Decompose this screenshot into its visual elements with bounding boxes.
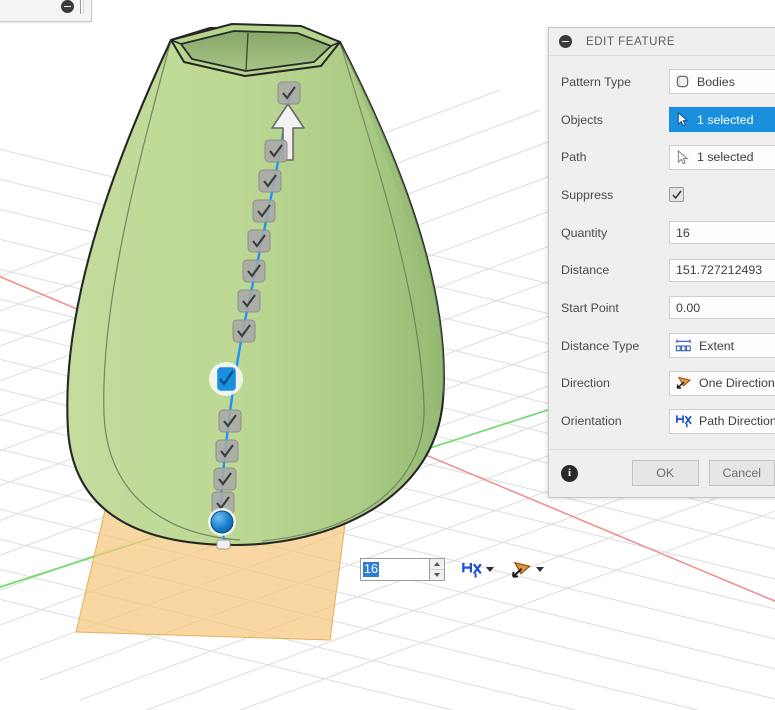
edit-feature-dialog[interactable]: EDIT FEATURE Pattern Type Bodies Objects bbox=[548, 27, 775, 498]
toolbar-direction-button[interactable] bbox=[510, 560, 544, 580]
label-distance-type: Distance Type bbox=[561, 338, 640, 353]
path-value: 1 selected bbox=[697, 150, 754, 165]
one-direction-icon bbox=[676, 376, 692, 390]
pattern-marker bbox=[242, 259, 266, 283]
path-select-button[interactable]: 1 selected bbox=[669, 144, 775, 170]
pattern-marker bbox=[237, 289, 261, 313]
ok-button[interactable]: OK bbox=[632, 460, 699, 487]
label-direction: Direction bbox=[561, 376, 610, 391]
label-start-point: Start Point bbox=[561, 300, 619, 315]
row-objects: Objects 1 selected bbox=[549, 101, 775, 139]
dialog-body: Pattern Type Bodies Objects 1 selected P… bbox=[549, 56, 775, 449]
cancel-button[interactable]: Cancel bbox=[708, 460, 775, 487]
dialog-footer: i OK Cancel bbox=[549, 448, 775, 497]
drag-handle-icon[interactable] bbox=[80, 0, 84, 14]
stepper-up-button[interactable] bbox=[430, 559, 444, 570]
label-objects: Objects bbox=[561, 112, 604, 127]
row-pattern-type: Pattern Type Bodies bbox=[549, 63, 775, 101]
pattern-marker-selected[interactable] bbox=[209, 362, 243, 396]
direction-dropdown[interactable]: One Direction bbox=[669, 370, 775, 396]
pattern-marker bbox=[215, 439, 239, 463]
checkbox-checked-icon bbox=[671, 190, 682, 200]
floating-value-toolbar[interactable]: 16 bbox=[360, 556, 544, 583]
quantity-stepper-value: 16 bbox=[363, 562, 380, 577]
row-orientation: Orientation Path Direction bbox=[549, 402, 775, 440]
body-icon bbox=[676, 76, 689, 88]
pattern-marker bbox=[232, 319, 256, 343]
label-distance: Distance bbox=[561, 263, 610, 278]
suppress-checkbox[interactable] bbox=[669, 187, 684, 203]
distance-type-dropdown[interactable]: Extent bbox=[669, 333, 775, 359]
direction-value: One Direction bbox=[699, 376, 775, 391]
pattern-type-dropdown[interactable]: Bodies bbox=[669, 69, 775, 95]
pattern-marker bbox=[218, 409, 242, 433]
row-suppress: Suppress bbox=[549, 176, 775, 214]
distance-input[interactable]: 151.727212493 bbox=[669, 258, 775, 282]
hexagonal-vase-body[interactable] bbox=[66, 23, 445, 547]
info-icon[interactable]: i bbox=[561, 464, 578, 482]
stepper-down-button[interactable] bbox=[430, 570, 444, 580]
pattern-marker bbox=[247, 229, 271, 253]
chevron-down-icon[interactable] bbox=[486, 567, 494, 572]
chevron-down-icon[interactable] bbox=[536, 567, 544, 572]
dialog-title-label: EDIT FEATURE bbox=[586, 35, 676, 48]
quantity-stepper-buttons[interactable] bbox=[430, 558, 445, 581]
row-distance-type: Distance Type Extent bbox=[549, 327, 775, 365]
start-point-input[interactable]: 0.00 bbox=[669, 296, 775, 320]
pattern-marker bbox=[264, 139, 288, 163]
one-direction-icon bbox=[512, 561, 531, 578]
row-quantity: Quantity 16 bbox=[549, 214, 775, 252]
pattern-marker bbox=[252, 199, 276, 223]
minus-circle-icon[interactable] bbox=[559, 35, 572, 48]
toolbar-orientation-button[interactable] bbox=[461, 560, 494, 580]
orientation-value: Path Direction bbox=[699, 414, 775, 429]
row-distance: Distance 151.727212493 bbox=[549, 251, 775, 289]
minus-circle-icon[interactable] bbox=[61, 0, 74, 13]
extent-icon bbox=[675, 339, 691, 351]
label-pattern-type: Pattern Type bbox=[561, 74, 632, 89]
cursor-arrow-icon bbox=[677, 112, 689, 127]
path-direction-icon bbox=[462, 562, 482, 578]
label-suppress: Suppress bbox=[561, 187, 614, 202]
pattern-marker bbox=[213, 467, 237, 491]
row-direction: Direction One Direction bbox=[549, 365, 775, 403]
label-quantity: Quantity bbox=[561, 225, 608, 240]
row-start-point: Start Point 0.00 bbox=[549, 289, 775, 327]
viewport-mini-panel[interactable] bbox=[0, 0, 92, 22]
pattern-marker bbox=[277, 81, 301, 105]
quantity-stepper-input[interactable]: 16 bbox=[360, 558, 430, 581]
row-path: Path 1 selected bbox=[549, 138, 775, 176]
triangle-up-icon bbox=[434, 562, 440, 566]
cursor-arrow-icon bbox=[677, 149, 689, 165]
dialog-title-bar[interactable]: EDIT FEATURE bbox=[549, 28, 775, 56]
objects-select-button[interactable]: 1 selected bbox=[669, 107, 775, 133]
triangle-down-icon bbox=[434, 573, 440, 577]
distance-type-value: Extent bbox=[699, 338, 735, 353]
pattern-type-value: Bodies bbox=[697, 74, 735, 89]
label-orientation: Orientation bbox=[561, 414, 622, 429]
objects-value: 1 selected bbox=[697, 112, 754, 127]
quantity-input[interactable]: 16 bbox=[669, 221, 775, 245]
label-path: Path bbox=[561, 150, 587, 165]
orientation-dropdown[interactable]: Path Direction bbox=[669, 408, 775, 434]
path-direction-icon bbox=[676, 415, 692, 428]
pattern-marker bbox=[258, 169, 282, 193]
